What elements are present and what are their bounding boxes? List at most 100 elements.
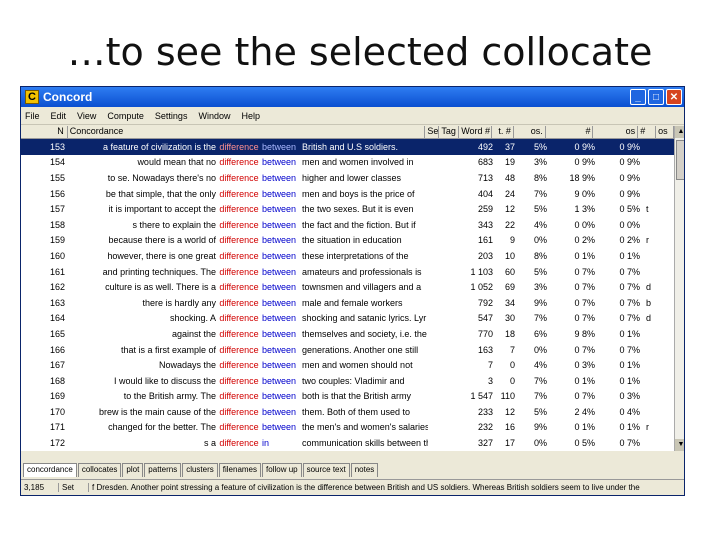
concord-app-icon: C <box>25 90 39 104</box>
table-row[interactable]: 153 a feature of civilization is the diffe… <box>21 139 674 155</box>
t-number: 69 <box>504 282 515 293</box>
col-header-tag[interactable]: Tag <box>439 126 460 138</box>
row-number: 171 <box>49 422 65 433</box>
table-header: N Concordance Set Tag Word # t. # os. # … <box>21 126 674 139</box>
table-row[interactable]: 172 s a difference in communication skills b… <box>21 435 674 451</box>
table-row[interactable]: 154 would mean that no difference between me… <box>21 155 674 171</box>
close-button[interactable]: ✕ <box>666 89 682 105</box>
right-context: men and women should not <box>302 360 413 371</box>
menu-help[interactable]: Help <box>241 111 260 121</box>
table-row[interactable]: 170 brew is the main cause of the differen… <box>21 404 674 420</box>
table-row[interactable]: 164 shocking. Adifference between shocking … <box>21 311 674 327</box>
tab-filenames[interactable]: filenames <box>218 463 262 477</box>
menu-file[interactable]: File <box>25 111 40 121</box>
table-row[interactable]: 158 s there to explain the difference betwe… <box>21 217 674 233</box>
table-row[interactable]: 155 to se. Nowadays there's no difference b… <box>21 170 674 186</box>
tab-concordance[interactable]: concordance <box>23 463 77 477</box>
scroll-up-icon[interactable]: ▲ <box>675 126 684 138</box>
table-row[interactable]: 162 culture is as well. There is a differe… <box>21 279 674 295</box>
menu-edit[interactable]: Edit <box>51 111 67 121</box>
col-header-os2[interactable]: os <box>593 126 639 138</box>
word-number: 343 <box>477 219 493 230</box>
os2-value: 0 9% <box>619 188 640 199</box>
table-row[interactable]: 163 there is hardly any difference between m… <box>21 295 674 311</box>
word-number: 232 <box>477 422 493 433</box>
col-header-para[interactable]: # <box>546 126 594 138</box>
para-value: 0 5% <box>574 438 595 449</box>
os-percent: 8% <box>533 172 547 183</box>
menu-view[interactable]: View <box>77 111 96 121</box>
left-context: Nowadays the <box>158 360 216 371</box>
tab-notes[interactable]: notes <box>350 463 379 477</box>
table-row[interactable]: 157 it is important to accept the differen… <box>21 201 674 217</box>
os-percent: 7% <box>533 313 547 324</box>
col-header-set[interactable]: Set <box>425 126 440 138</box>
os2-value: 0 3% <box>619 391 640 402</box>
t-number: 110 <box>500 391 515 402</box>
os2-value: 0 1% <box>619 360 640 371</box>
left-context: changed for the better. The <box>108 422 216 433</box>
t-number: 0 <box>509 375 515 386</box>
col-header-os[interactable]: os. <box>514 126 546 138</box>
scroll-thumb[interactable] <box>676 140 684 180</box>
row-number: 162 <box>49 282 65 293</box>
os-percent: 3% <box>533 282 547 293</box>
table-row[interactable]: 169 to the British army. The difference bet… <box>21 389 674 405</box>
collocate-word: between <box>262 188 297 199</box>
tab-patterns[interactable]: patterns <box>144 463 182 477</box>
table-row[interactable]: 159 because there is a world of difference… <box>21 233 674 249</box>
col-header-concordance[interactable]: Concordance <box>68 126 426 138</box>
left-context: against the <box>171 328 216 339</box>
left-context: because there is a world of <box>108 235 216 246</box>
table-row[interactable]: 166 that is a first example of difference b… <box>21 342 674 358</box>
table-row[interactable]: 167 Nowadays the difference between men and … <box>21 357 674 373</box>
tab-collocates[interactable]: collocates <box>77 463 122 477</box>
right-context: British and U.S soldiers. <box>302 141 399 152</box>
menu-compute[interactable]: Compute <box>107 111 144 121</box>
row-number: 161 <box>49 266 65 277</box>
col-header-hash[interactable]: # <box>638 126 657 138</box>
tab-source-text[interactable]: source text <box>302 463 350 477</box>
right-context: generations. Another one still <box>302 344 419 355</box>
table-row[interactable]: 165 against the difference between themselve… <box>21 326 674 342</box>
table-row[interactable]: 160 however, there is one great difference… <box>21 248 674 264</box>
col-header-word[interactable]: Word # <box>459 126 493 138</box>
minimize-button[interactable]: _ <box>630 89 646 105</box>
col-header-os3[interactable]: os <box>656 126 674 138</box>
scroll-down-icon[interactable]: ▼ <box>675 439 684 451</box>
col-header-n[interactable]: N <box>21 126 68 138</box>
right-context: them. Both of them used to <box>302 406 411 417</box>
row-number: 163 <box>49 297 65 308</box>
node-word: difference <box>219 235 259 246</box>
col-header-t[interactable]: t. # <box>492 126 514 138</box>
concordance-line: s there to explain the difference between t… <box>68 220 428 230</box>
tab-clusters[interactable]: clusters <box>182 463 218 477</box>
table-row[interactable]: 168 I would like to discuss the difference… <box>21 373 674 389</box>
t-number: 7 <box>509 344 515 355</box>
os-percent: 4% <box>533 219 547 230</box>
vertical-scrollbar[interactable]: ▲ ▼ <box>674 126 684 451</box>
os-percent: 7% <box>533 375 547 386</box>
status-count: 3,185 <box>21 483 59 492</box>
left-context: shocking. A <box>169 313 216 324</box>
left-context: be that simple, that the only <box>105 188 216 199</box>
table-row[interactable]: 171 changed for the better. The difference… <box>21 420 674 436</box>
right-context: shocking and satanic lyrics. Lyr <box>302 313 427 324</box>
title-bar[interactable]: C Concord _ □ ✕ <box>21 87 684 107</box>
menu-settings[interactable]: Settings <box>155 111 188 121</box>
os-percent: 5% <box>533 406 547 417</box>
os2-value: 0 7% <box>619 282 640 293</box>
menu-window[interactable]: Window <box>198 111 230 121</box>
collocate-word: between <box>262 141 297 152</box>
tab-plot[interactable]: plot <box>122 463 144 477</box>
extra-cell: b <box>646 297 652 308</box>
row-number: 153 <box>49 141 65 152</box>
concordance-line: would mean that no difference between men a… <box>68 157 428 167</box>
maximize-button[interactable]: □ <box>648 89 664 105</box>
table-row[interactable]: 161 and printing techniques. The differenc… <box>21 264 674 280</box>
collocate-word: between <box>262 157 297 168</box>
os2-value: 0 0% <box>619 219 640 230</box>
os2-value: 0 1% <box>619 375 640 386</box>
tab-follow-up[interactable]: follow up <box>262 463 302 477</box>
table-row[interactable]: 156 be that simple, that the only differen… <box>21 186 674 202</box>
